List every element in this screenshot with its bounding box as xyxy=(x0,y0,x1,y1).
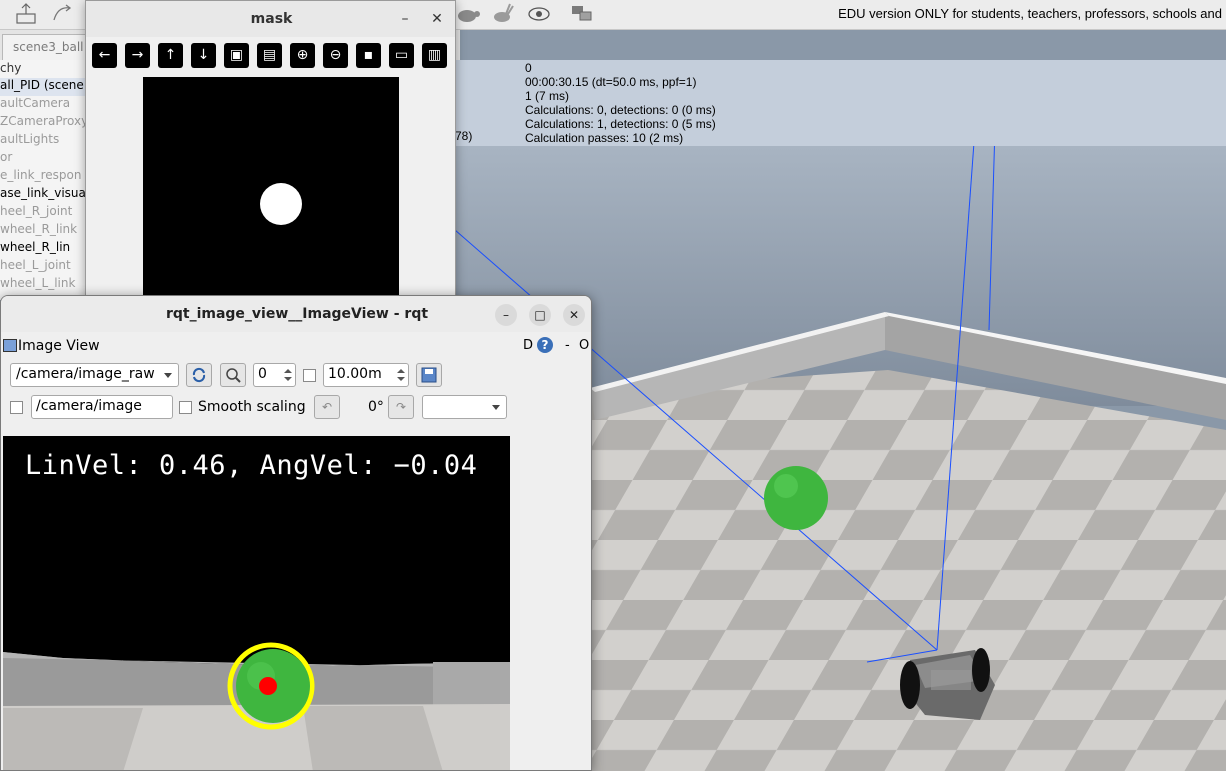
spin-up-icon[interactable] xyxy=(284,369,292,373)
plugin-title: Image View xyxy=(18,338,100,354)
camera-rotate-icon[interactable] xyxy=(50,2,76,26)
dynamic-range-checkbox[interactable] xyxy=(303,369,316,382)
minimize-button[interactable]: – xyxy=(396,10,414,28)
camera-frame xyxy=(3,642,510,770)
max-range-spinbox[interactable]: 10.00m xyxy=(323,363,409,387)
hierarchy-title: chy xyxy=(0,61,22,75)
minimize-plugin-button[interactable]: - xyxy=(565,338,570,353)
hierarchy-item[interactable]: heel_L_joint xyxy=(0,258,89,276)
publish-topic-input[interactable]: /camera/image xyxy=(31,395,173,419)
down-arrow-icon[interactable]: ↓ xyxy=(191,43,216,68)
refresh-topics-button[interactable] xyxy=(186,363,212,387)
save-image-button[interactable] xyxy=(416,363,442,387)
rotate-left-button[interactable]: ↶ xyxy=(314,395,340,419)
mask-window[interactable]: mask – ✕ ← → ↑ ↓ ▣ ▤ ⊕ ⊖ ▪ ▭ ▥ xyxy=(85,0,456,300)
turtle-icon[interactable] xyxy=(455,2,481,26)
edu-notice: EDU version ONLY for students, teachers,… xyxy=(838,6,1222,21)
camera-image[interactable]: LinVel: 0.46, AngVel: −0.04 xyxy=(3,436,510,770)
info-line: Calculation passes: 10 (2 ms) xyxy=(525,131,684,145)
help-icon[interactable]: ? xyxy=(537,337,553,353)
mask-image xyxy=(143,77,399,299)
hierarchy-item[interactable]: heel_R_joint xyxy=(0,204,89,222)
info-partial: 78) xyxy=(455,129,473,143)
windows-icon[interactable] xyxy=(570,2,596,26)
forward-arrow-icon[interactable]: → xyxy=(125,43,150,68)
clipboard-icon[interactable]: ▭ xyxy=(389,43,414,68)
image-icon[interactable]: ▣ xyxy=(224,43,249,68)
image-edit-icon[interactable]: ▤ xyxy=(257,43,282,68)
centroid-marker xyxy=(259,677,277,695)
scene-hierarchy: chy all_PID (scene aultCamera ZCameraProxy… xyxy=(0,60,90,300)
hierarchy-item[interactable]: wheel_R_link xyxy=(0,222,89,240)
close-button[interactable]: ✕ xyxy=(428,10,446,28)
num-gridlines-value: 0 xyxy=(258,366,267,382)
rabbit-icon[interactable] xyxy=(490,2,516,26)
spin-down-icon[interactable] xyxy=(284,377,292,381)
zoom-out-icon[interactable]: ⊖ xyxy=(323,43,348,68)
rotate-right-button[interactable]: ↷ xyxy=(388,395,414,419)
info-line: 0 xyxy=(525,61,532,75)
chevron-down-icon xyxy=(492,405,500,410)
hierarchy-item[interactable]: ZCameraProxy xyxy=(0,114,89,132)
mask-titlebar[interactable]: mask – ✕ xyxy=(86,1,455,37)
minimize-button[interactable]: – xyxy=(495,304,517,326)
mask-blob xyxy=(260,183,302,225)
rqt-window[interactable]: rqt_image_view__ImageView - rqt – □ ✕ Im… xyxy=(0,295,592,771)
rotate-right-icon: ↷ xyxy=(395,400,407,414)
green-ball xyxy=(764,466,828,530)
back-arrow-icon[interactable]: ← xyxy=(92,43,117,68)
smooth-scaling-checkbox[interactable] xyxy=(179,401,192,414)
publish-click-checkbox[interactable] xyxy=(10,401,23,414)
hierarchy-item[interactable]: e_link_respon xyxy=(0,168,89,186)
zoom-icon xyxy=(226,368,241,383)
color-scheme-select[interactable] xyxy=(422,395,507,419)
rotate-left-icon: ↶ xyxy=(321,400,333,414)
plugin-header: Image View D ? - O xyxy=(1,336,591,358)
hierarchy-item[interactable]: ase_link_visua xyxy=(0,186,89,204)
publish-topic-value: /camera/image xyxy=(36,398,142,414)
info-line: 1 (7 ms) xyxy=(525,89,570,103)
paint-icon[interactable]: ▥ xyxy=(422,43,447,68)
max-range-value: 10.00m xyxy=(328,366,382,382)
close-button[interactable]: ✕ xyxy=(563,304,585,326)
topic-select[interactable]: /camera/image_raw xyxy=(10,363,179,387)
scene-tab[interactable]: scene3_ball xyxy=(2,34,92,60)
rotation-label: 0° xyxy=(368,399,384,415)
hierarchy-item[interactable]: wheel_R_lin xyxy=(0,240,89,258)
info-line: Calculations: 0, detections: 0 (0 ms) xyxy=(525,103,716,117)
hierarchy-item[interactable]: all_PID (scene xyxy=(0,78,89,96)
num-gridlines-spinbox[interactable]: 0 xyxy=(253,363,296,387)
info-line: 00:00:30.15 (dt=50.0 ms, ppf=1) xyxy=(525,75,697,89)
velocity-overlay: LinVel: 0.46, AngVel: −0.04 xyxy=(25,450,478,481)
refresh-icon xyxy=(192,367,206,383)
smooth-scaling-label: Smooth scaling xyxy=(198,399,306,415)
eye-icon[interactable] xyxy=(526,2,552,26)
spin-down-icon[interactable] xyxy=(397,377,405,381)
hierarchy-item[interactable]: wheel_L_link xyxy=(0,276,89,294)
hierarchy-item[interactable]: aultCamera xyxy=(0,96,89,114)
save-icon[interactable]: ▪ xyxy=(356,43,381,68)
save-icon xyxy=(421,367,437,383)
chevron-down-icon xyxy=(164,373,172,378)
up-arrow-icon[interactable]: ↑ xyxy=(158,43,183,68)
topic-select-value: /camera/image_raw xyxy=(16,366,155,382)
zoom-1-button[interactable] xyxy=(220,363,246,387)
zoom-in-icon[interactable]: ⊕ xyxy=(290,43,315,68)
maximize-button[interactable]: □ xyxy=(529,304,551,326)
info-line: Calculations: 1, detections: 0 (5 ms) xyxy=(525,117,716,131)
spin-up-icon[interactable] xyxy=(397,369,405,373)
image-view-icon xyxy=(3,339,17,352)
hierarchy-item[interactable]: or xyxy=(0,150,89,168)
info-panel: 0 00:00:30.15 (dt=50.0 ms, ppf=1) 1 (7 ms)… xyxy=(455,60,1226,146)
dock-button[interactable]: D xyxy=(523,338,533,353)
hierarchy-item[interactable]: aultLights xyxy=(0,132,89,150)
rqt-titlebar[interactable]: rqt_image_view__ImageView - rqt – □ ✕ xyxy=(1,296,591,332)
options-button[interactable]: O xyxy=(579,338,589,353)
camera-move-icon[interactable] xyxy=(14,2,40,26)
